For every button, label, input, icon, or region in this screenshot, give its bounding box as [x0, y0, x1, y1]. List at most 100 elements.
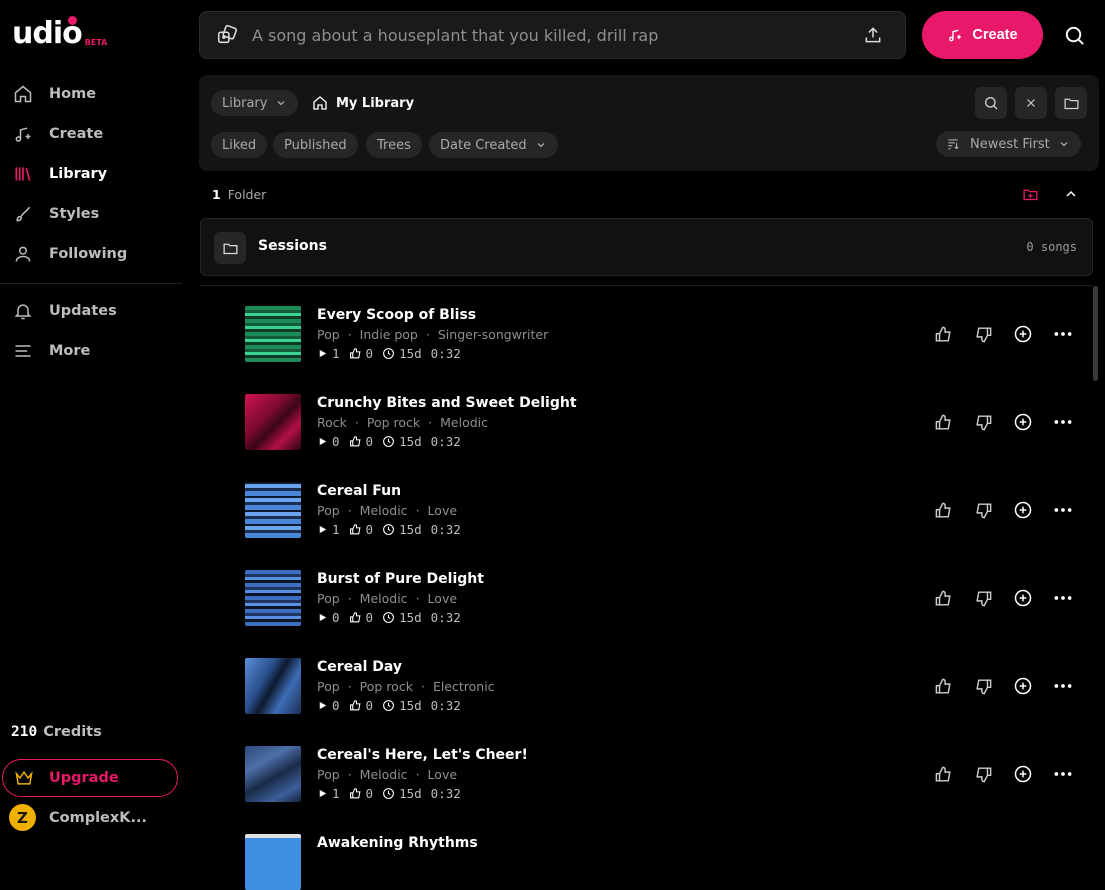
like-button[interactable] [933, 588, 953, 608]
like-button[interactable] [933, 676, 953, 696]
song-stats: 1 0 15d 0:32 [317, 346, 461, 361]
song-tag[interactable]: Love [428, 767, 457, 782]
folder-view-button[interactable] [1055, 87, 1087, 119]
song-tag[interactable]: Melodic [440, 415, 488, 430]
sort-dropdown[interactable]: Newest First [936, 131, 1081, 157]
like-count: 0 [349, 786, 373, 801]
like-button[interactable] [933, 500, 953, 520]
song-artwork[interactable] [245, 746, 301, 802]
sidebar-item-more[interactable]: More [0, 331, 182, 371]
song-tag[interactable]: Pop [317, 503, 340, 518]
song-tag[interactable]: Pop [317, 327, 340, 342]
song-tag[interactable]: Love [428, 591, 457, 606]
song-artwork[interactable] [245, 834, 301, 890]
filter-published[interactable]: Published [273, 132, 358, 158]
scrollbar[interactable] [1093, 286, 1098, 381]
song-tag[interactable]: Indie pop [360, 327, 418, 342]
song-artwork[interactable] [245, 570, 301, 626]
song-tag[interactable]: Pop rock [360, 679, 413, 694]
song-row[interactable]: Crunchy Bites and Sweet Delight Rock · Pop… [245, 394, 1085, 450]
prompt-input[interactable] [252, 25, 863, 45]
more-options-button[interactable] [1053, 500, 1073, 520]
song-row[interactable]: Cereal Fun Pop · Melodic · Love 1 0 15d 0:32 [245, 482, 1085, 538]
date-created-dropdown[interactable]: Date Created [429, 132, 558, 158]
song-row[interactable]: Every Scoop of Bliss Pop · Indie pop · Singe… [245, 306, 1085, 362]
sidebar-item-home[interactable]: Home [0, 74, 182, 114]
song-title[interactable]: Awakening Rhythms [317, 835, 478, 851]
library-search-button[interactable] [975, 87, 1007, 119]
song-artwork[interactable] [245, 306, 301, 362]
song-tag[interactable]: Melodic [360, 767, 408, 782]
like-count-value: 0 [365, 610, 374, 625]
like-button[interactable] [933, 412, 953, 432]
dislike-button[interactable] [973, 676, 993, 696]
create-button[interactable]: Create [922, 11, 1043, 59]
dislike-button[interactable] [973, 588, 993, 608]
sidebar-item-create[interactable]: Create [0, 114, 182, 154]
add-to-button[interactable] [1013, 764, 1033, 784]
sidebar-item-following[interactable]: Following [0, 234, 182, 274]
clear-button[interactable] [1015, 87, 1047, 119]
song-artwork[interactable] [245, 658, 301, 714]
like-button[interactable] [933, 324, 953, 344]
song-row[interactable]: Awakening Rhythms [245, 834, 1085, 890]
song-tag[interactable]: Pop [317, 767, 340, 782]
song-title[interactable]: Cereal Day [317, 659, 402, 675]
play-icon [319, 613, 327, 622]
more-options-button[interactable] [1053, 764, 1073, 784]
song-row[interactable]: Burst of Pure Delight Pop · Melodic · Love 0… [245, 570, 1085, 626]
song-tag[interactable]: Electronic [433, 679, 495, 694]
song-tag[interactable]: Singer-songwriter [438, 327, 548, 342]
upgrade-button[interactable]: Upgrade [2, 759, 178, 797]
song-tag[interactable]: Love [428, 503, 457, 518]
song-row[interactable]: Cereal's Here, Let's Cheer! Pop · Melodic ·… [245, 746, 1085, 802]
add-folder-icon[interactable] [1022, 186, 1039, 203]
filter-trees[interactable]: Trees [366, 132, 422, 158]
more-options-button[interactable] [1053, 676, 1073, 696]
thumbs-up-icon [935, 766, 951, 782]
add-to-button[interactable] [1013, 500, 1033, 520]
song-tag[interactable]: Pop [317, 679, 340, 694]
add-to-button[interactable] [1013, 412, 1033, 432]
like-button[interactable] [933, 764, 953, 784]
song-tag[interactable]: Pop rock [367, 415, 420, 430]
dislike-button[interactable] [973, 764, 993, 784]
udio-logo[interactable]: udio BETA [12, 16, 107, 50]
song-tag[interactable]: Pop [317, 591, 340, 606]
upload-icon[interactable] [863, 25, 883, 45]
filter-liked[interactable]: Liked [211, 132, 268, 158]
song-tag[interactable]: Rock [317, 415, 347, 430]
song-tag[interactable]: Melodic [360, 591, 408, 606]
more-options-button[interactable] [1053, 412, 1073, 432]
song-title[interactable]: Cereal Fun [317, 483, 401, 499]
library-dropdown[interactable]: Library [211, 90, 299, 116]
add-to-button[interactable] [1013, 676, 1033, 696]
dislike-button[interactable] [973, 500, 993, 520]
song-artwork[interactable] [245, 394, 301, 450]
dice-icon[interactable] [216, 24, 238, 46]
song-title[interactable]: Burst of Pure Delight [317, 571, 484, 587]
more-options-button[interactable] [1053, 588, 1073, 608]
folder-row[interactable]: Sessions 0 songs [200, 218, 1093, 276]
add-to-button[interactable] [1013, 588, 1033, 608]
sort-label: Newest First [970, 136, 1050, 152]
song-artwork[interactable] [245, 482, 301, 538]
chevron-up-icon[interactable] [1063, 186, 1079, 202]
breadcrumb[interactable]: My Library [312, 95, 414, 111]
thumbs-up-icon [349, 700, 361, 711]
song-row[interactable]: Cereal Day Pop · Pop rock · Electronic 0 0 1… [245, 658, 1085, 714]
song-title[interactable]: Cereal's Here, Let's Cheer! [317, 747, 528, 763]
search-icon[interactable] [1063, 24, 1086, 47]
user-menu[interactable]: Z ComplexK... [9, 804, 147, 831]
sidebar-item-library[interactable]: Library [0, 154, 182, 194]
dislike-button[interactable] [973, 412, 993, 432]
dislike-button[interactable] [973, 324, 993, 344]
thumbs-up-icon [935, 678, 951, 694]
more-options-button[interactable] [1053, 324, 1073, 344]
song-title[interactable]: Every Scoop of Bliss [317, 307, 476, 323]
sidebar-item-styles[interactable]: Styles [0, 194, 182, 234]
add-to-button[interactable] [1013, 324, 1033, 344]
song-title[interactable]: Crunchy Bites and Sweet Delight [317, 395, 577, 411]
sidebar-item-updates[interactable]: Updates [0, 291, 182, 331]
song-tag[interactable]: Melodic [360, 503, 408, 518]
